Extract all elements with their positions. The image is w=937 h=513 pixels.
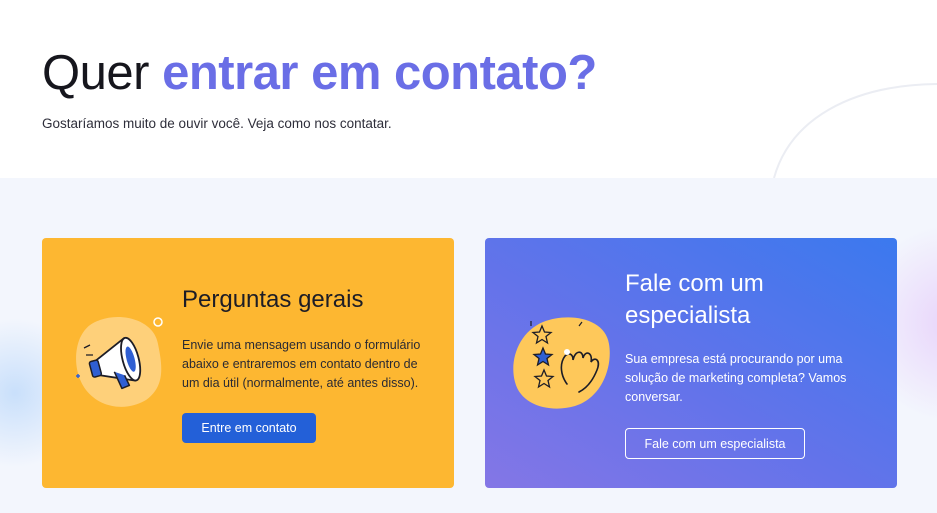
card-title: Perguntas gerais [182,286,364,313]
contact-options-section: Perguntas gerais Envie uma mensagem usan… [0,178,937,513]
card-description: Sua empresa está procurando por uma solu… [625,352,847,404]
page-title-plain: Quer [42,46,149,100]
stars-hand-icon [513,317,610,409]
card-title: Fale com um especialista [625,270,764,329]
page-subtitle: Gostaríamos muito de ouvir você. Veja co… [42,116,392,131]
card-description: Envie uma mensagem usando o formulário a… [182,338,421,390]
contact-us-button[interactable]: Entre em contato [182,413,316,443]
hero-section: Quer entrar em contato? Gostaríamos muit… [0,0,937,178]
megaphone-icon [76,317,163,407]
general-questions-card: Perguntas gerais Envie uma mensagem usan… [42,238,454,488]
page-title-accent: entrar em contato? [162,46,597,100]
specialist-card: Fale com um especialista Sua empresa est… [485,238,897,488]
talk-to-specialist-button[interactable]: Fale com um especialista [625,428,805,459]
page-title: Quer entrar em contato? [42,44,597,102]
